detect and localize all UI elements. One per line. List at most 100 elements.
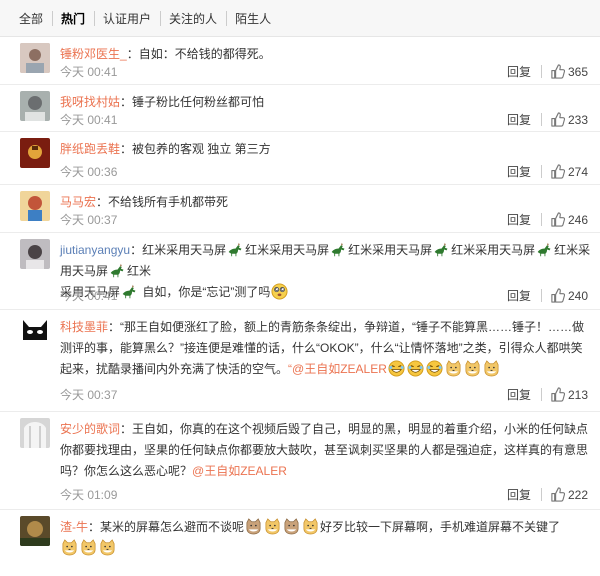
horse-emoticon	[330, 241, 347, 258]
like-count: 246	[567, 212, 588, 227]
reply-button[interactable]: 回复	[507, 211, 531, 228]
avatar[interactable]	[20, 191, 50, 221]
like-button[interactable]: 213	[550, 387, 588, 402]
like-button[interactable]: 222	[550, 487, 588, 502]
comment-item: 马马宏：不给钱所有手机都带死 今天 00:37 回复 246	[0, 185, 600, 233]
comment-filter-tabs: 全部 热门 认证用户 关注的人 陌生人	[0, 0, 600, 37]
avatar[interactable]	[20, 43, 50, 73]
like-count: 213	[567, 387, 588, 402]
thumbs-up-icon	[550, 112, 565, 127]
doge-emoticon	[302, 518, 319, 535]
reply-button[interactable]: 回复	[507, 386, 531, 403]
comment-list: 锤粉邓医生_：自如：不给钱的都得死。 今天 00:41 回复 365 我呀找村姑…	[0, 37, 600, 570]
comment-text: ：自如：不给钱的都得死。	[126, 47, 271, 61]
timestamp: 今天 00:37	[60, 213, 118, 227]
username[interactable]: 锤粉邓医生_	[60, 47, 127, 61]
divider	[540, 289, 542, 302]
avatar[interactable]	[20, 239, 50, 269]
comment-text: 自如，你是“忘记”测了吗	[139, 285, 271, 299]
tab-verified[interactable]: 认证用户	[94, 10, 160, 27]
thumbs-up-icon	[550, 164, 565, 179]
thumbs-up-icon	[550, 288, 565, 303]
laugh-emoticon	[388, 360, 405, 377]
username[interactable]: 科技墨菲	[60, 320, 108, 334]
divider	[540, 213, 542, 226]
comment-item: 科技墨菲：“那王自如便涨红了脸，额上的青筋条条绽出，争辩道，“锤子不能算黑……锤…	[0, 310, 600, 412]
comment-text: ：锤子粉比任何粉丝都可怕	[120, 95, 265, 109]
timestamp: 今天 00:41	[60, 65, 118, 79]
mention-link[interactable]: @王自如ZEALER	[192, 464, 287, 478]
doge-emoticon	[99, 539, 116, 556]
timestamp: 今天 00:41	[60, 289, 118, 303]
horse-emoticon	[433, 241, 450, 258]
like-button[interactable]: 233	[550, 112, 588, 127]
dizzy-emoticon	[271, 283, 288, 300]
doge-emoticon	[283, 518, 300, 535]
doge-emoticon	[483, 360, 500, 377]
comment-text: ：被包养的客观 独立 第三方	[120, 142, 271, 156]
timestamp: 今天 00:37	[60, 388, 118, 402]
username[interactable]: 渣-牛	[60, 520, 88, 534]
comment-text: 起来，扰酷录播间内外充满了快活的空气。	[60, 362, 289, 376]
comment-text: 红米	[127, 264, 152, 278]
avatar[interactable]	[20, 516, 50, 546]
horse-emoticon	[121, 283, 138, 300]
comment-text: 好歹比较一下屏幕啊，手机难道屏幕不关键了	[320, 520, 561, 534]
like-button[interactable]: 246	[550, 212, 588, 227]
like-count: 365	[567, 64, 588, 79]
like-button[interactable]: 240	[550, 288, 588, 303]
reply-button[interactable]: 回复	[507, 287, 531, 304]
reply-button[interactable]: 回复	[507, 486, 531, 503]
laugh-emoticon	[426, 360, 443, 377]
reply-button[interactable]: 回复	[507, 111, 531, 128]
comment-text: ：“那王自如便涨红了脸，额上的青筋条条绽出，争辩道，“锤子不能算黑……锤子！………	[108, 320, 585, 334]
avatar[interactable]	[20, 418, 50, 448]
thumbs-up-icon	[550, 387, 565, 402]
username[interactable]: 安少的歌词	[60, 422, 120, 436]
timestamp: 今天 01:09	[60, 488, 118, 502]
comment-text: 红米采用天马屏	[245, 243, 330, 257]
tab-hot[interactable]: 热门	[52, 10, 94, 27]
like-count: 240	[567, 288, 588, 303]
horse-emoticon	[227, 241, 244, 258]
doge-emoticon	[80, 539, 97, 556]
doge-emoticon	[264, 518, 281, 535]
avatar[interactable]	[20, 91, 50, 121]
avatar[interactable]	[20, 138, 50, 168]
horse-emoticon	[109, 262, 126, 279]
timestamp: 今天 00:36	[60, 165, 118, 179]
like-button[interactable]: 274	[550, 164, 588, 179]
laugh-emoticon	[407, 360, 424, 377]
horse-emoticon	[536, 241, 553, 258]
like-count: 274	[567, 164, 588, 179]
comment-item: jiutianyangyu：红米采用天马屏 红米采用天马屏 红米采用天马屏 红米采用天…	[0, 233, 600, 310]
tab-following[interactable]: 关注的人	[160, 10, 226, 27]
like-count: 233	[567, 112, 588, 127]
reply-button[interactable]: 回复	[507, 63, 531, 80]
comment-item: 安少的歌词：王自如，你真的在这个视频后毁了自己，明显的黑，明显的着重介绍，小米的…	[0, 412, 600, 510]
tab-all[interactable]: 全部	[10, 10, 52, 27]
username[interactable]: 马马宏	[60, 195, 96, 209]
divider	[540, 113, 542, 126]
divider	[540, 65, 542, 78]
tab-strangers[interactable]: 陌生人	[226, 10, 280, 27]
doge-emoticon	[61, 539, 78, 556]
comment-text: ：王自如，你真的在这个视频后毁了自己，明显的黑，明显的着重介绍，小米的任何缺点	[120, 422, 589, 436]
comment-text: 吗？你怎么这么恶心呢？	[60, 464, 193, 478]
timestamp: 今天 00:41	[60, 113, 118, 127]
avatar[interactable]	[20, 316, 50, 346]
username[interactable]: 胖纸跑丢鞋	[60, 142, 120, 156]
comment-text: 你都要找理由，坚果的任何缺点你都要放大鼓吹，甚至讽刺买坚果的人都是强迫症，这样真…	[60, 443, 589, 457]
doge-emoticon	[464, 360, 481, 377]
thumbs-up-icon	[550, 487, 565, 502]
comment-text: 测评的事，能算黑么？”接连便是难懂的话，什么“OKOK”，什么“让情怀落地”之类…	[60, 341, 583, 355]
divider	[540, 165, 542, 178]
mention-link[interactable]: “@王自如ZEALER	[288, 362, 387, 376]
username[interactable]: 我呀找村姑	[60, 95, 120, 109]
like-button[interactable]: 365	[550, 64, 588, 79]
comment-text: ：某米的屏幕怎么避而不谈呢	[88, 520, 245, 534]
reply-button[interactable]: 回复	[507, 163, 531, 180]
comment-item: 胖纸跑丢鞋：被包养的客观 独立 第三方 今天 00:36 回复 274	[0, 132, 600, 185]
thumbs-up-icon	[550, 64, 565, 79]
username[interactable]: jiutianyangyu	[60, 243, 130, 257]
